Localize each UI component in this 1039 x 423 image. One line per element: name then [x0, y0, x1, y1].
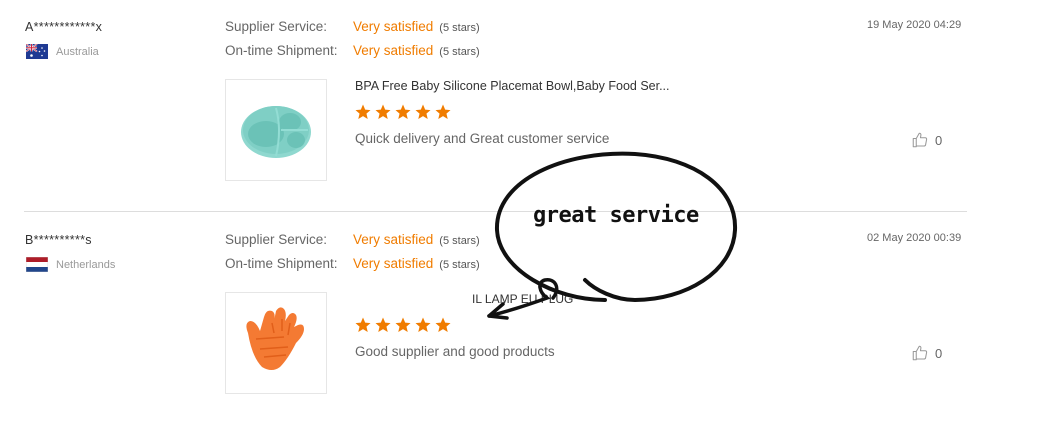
reviewer-name: B**********s: [25, 233, 92, 247]
supplier-service-value: Very satisfied: [353, 232, 434, 247]
reviewer-country: Australia: [26, 44, 99, 59]
like-button[interactable]: 0: [911, 131, 942, 149]
star-icon: [435, 104, 451, 119]
shipment-label: On-time Shipment:: [225, 256, 338, 271]
supplier-service-stars: (5 stars): [439, 235, 480, 247]
annotation-text: great service: [533, 203, 699, 228]
product-rating-stars: [354, 103, 452, 121]
reviewer-country: Netherlands: [26, 257, 115, 272]
like-count: 0: [935, 345, 943, 361]
supplier-service-value: Very satisfied: [353, 19, 434, 34]
star-icon: [415, 317, 431, 332]
review-date: 02 May 2020 00:39: [867, 232, 962, 244]
product-rating-stars: [354, 316, 452, 334]
review-divider: [24, 211, 967, 212]
shipment-value: Very satisfied: [353, 256, 434, 271]
netherlands-flag-icon: [26, 257, 48, 272]
like-button[interactable]: 0: [911, 344, 942, 362]
review-item: A************x Australia Supplier Servic…: [0, 0, 1039, 210]
product-title[interactable]: BPA Free Baby Silicone Placemat Bowl,Bab…: [355, 79, 670, 93]
shipment-stars: (5 stars): [439, 46, 480, 58]
star-icon: [415, 104, 431, 119]
silicone-plate-icon: [241, 106, 311, 158]
review-item: B**********s Netherlands Supplier Servic…: [0, 213, 1039, 423]
product-thumbnail[interactable]: [225, 79, 327, 181]
australia-flag-icon: [26, 44, 48, 59]
star-icon: [395, 104, 411, 119]
thumbs-up-icon: [912, 132, 928, 148]
like-count: 0: [935, 132, 943, 148]
star-icon: [375, 317, 391, 332]
reviewer-name: A************x: [25, 20, 103, 34]
star-icon: [375, 104, 391, 119]
review-date: 19 May 2020 04:29: [867, 19, 962, 31]
shipment-rating: On-time Shipment: Very satisfied (5 stars): [225, 256, 480, 271]
shipment-label: On-time Shipment:: [225, 43, 338, 58]
star-icon: [395, 317, 411, 332]
product-title-obscured[interactable]: IL LAMP EU PLUG: [472, 292, 573, 306]
star-icon: [435, 317, 451, 332]
product-thumbnail[interactable]: [225, 292, 327, 394]
review-comment: Good supplier and good products: [355, 344, 555, 359]
star-icon: [355, 104, 371, 119]
shipment-value: Very satisfied: [353, 43, 434, 58]
shipment-stars: (5 stars): [439, 259, 480, 271]
review-comment: Quick delivery and Great customer servic…: [355, 131, 610, 146]
supplier-service-label: Supplier Service:: [225, 232, 328, 247]
country-name: Netherlands: [56, 258, 116, 271]
thumbs-up-icon: [912, 345, 928, 361]
silicone-glove-icon: [246, 307, 304, 370]
supplier-service-rating: Supplier Service: Very satisfied (5 stars): [225, 232, 480, 247]
country-name: Australia: [56, 45, 99, 58]
star-icon: [355, 317, 371, 332]
shipment-rating: On-time Shipment: Very satisfied (5 stars): [225, 43, 480, 58]
supplier-service-rating: Supplier Service: Very satisfied (5 stars): [225, 19, 480, 34]
supplier-service-label: Supplier Service:: [225, 19, 328, 34]
supplier-service-stars: (5 stars): [439, 22, 480, 34]
